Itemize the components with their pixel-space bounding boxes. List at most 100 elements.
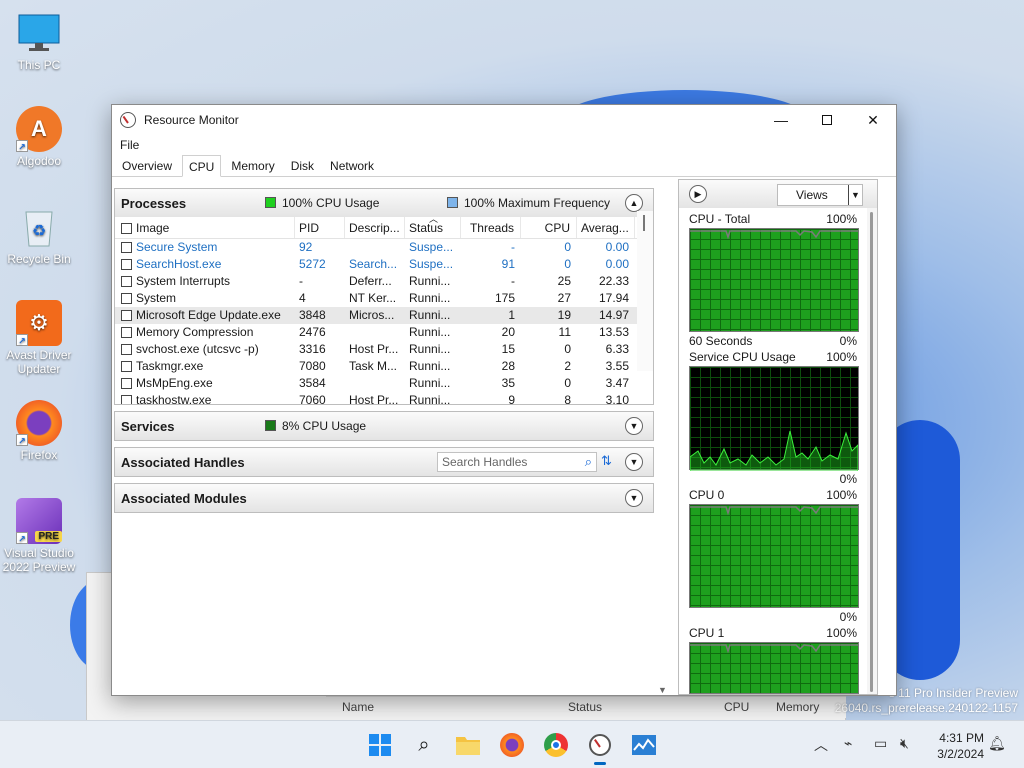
refresh-icon[interactable]: ⇅: [601, 453, 612, 469]
row-checkbox[interactable]: [121, 242, 132, 253]
maximize-icon: [822, 115, 832, 125]
search-icon[interactable]: ⌕: [585, 454, 592, 470]
desktop-icon-visual-studio[interactable]: PRE ↗ Visual Studio 2022 Preview: [0, 498, 78, 574]
firefox-icon: ↗: [16, 400, 62, 446]
cell-avg: 3.47: [605, 376, 629, 390]
search-handles-input[interactable]: Search Handles ⌕: [437, 452, 597, 472]
graph-0: [689, 228, 859, 332]
cell-avg: 13.53: [598, 325, 629, 339]
column-average-cpu[interactable]: Averag...: [577, 217, 635, 238]
table-row[interactable]: Taskmgr.exe 7080 Task M... Runni... 28 2 3.55: [115, 358, 653, 375]
row-checkbox[interactable]: [121, 259, 132, 270]
chrome-logo: [544, 733, 568, 757]
scrollbar-thumb[interactable]: [643, 215, 645, 231]
firefox-icon[interactable]: [498, 731, 526, 759]
cell-avg: 6.33: [605, 342, 629, 356]
views-dropdown[interactable]: Views ▼: [777, 184, 863, 206]
resource-monitor-window[interactable]: Resource Monitor — ✕ File Overview CPU M…: [111, 104, 897, 696]
handles-header[interactable]: Associated Handles Search Handles ⌕ ⇅ ▼: [115, 448, 653, 476]
modules-header[interactable]: Associated Modules ▼: [115, 484, 653, 512]
expand-right-chevron-icon[interactable]: ▶: [689, 185, 707, 203]
scroll-down-arrow-icon[interactable]: ▼: [658, 685, 667, 695]
tab-cpu[interactable]: CPU: [182, 155, 222, 177]
graph-title: Service CPU Usage: [689, 350, 796, 364]
column-image[interactable]: Image: [136, 221, 169, 235]
column-cpu[interactable]: CPU: [521, 217, 577, 238]
row-checkbox[interactable]: [121, 276, 132, 287]
tab-network[interactable]: Network: [324, 155, 380, 176]
graph-scrollbar[interactable]: [867, 208, 877, 694]
resource-monitor-taskbar-icon[interactable]: [586, 731, 614, 765]
left-pane-scrollbar[interactable]: ▼: [656, 179, 670, 695]
task-manager-icon[interactable]: [630, 731, 658, 759]
desktop-icon-recycle-bin[interactable]: ♻ Recycle Bin: [0, 204, 78, 266]
show-hidden-icons-chevron-icon[interactable]: ︿: [814, 735, 828, 755]
table-row[interactable]: Memory Compression 2476 Runni... 20 11 13.53: [115, 324, 653, 341]
clock[interactable]: 4:31 PM 3/2/2024: [928, 730, 984, 762]
graph-max-label: 100%: [826, 350, 857, 364]
table-row[interactable]: taskhostw.exe 7060 Host Pr... Runni... 9 8 3.1…: [115, 392, 653, 405]
cell-desc: Host Pr...: [349, 342, 399, 356]
tab-disk[interactable]: Disk: [285, 155, 320, 176]
cell-desc: Search...: [349, 257, 398, 271]
process-scrollbar[interactable]: [637, 211, 653, 371]
minimize-button[interactable]: —: [758, 105, 804, 135]
column-status[interactable]: Status: [568, 700, 602, 714]
file-explorer-icon[interactable]: [454, 731, 482, 759]
desktop-icon-firefox[interactable]: ↗ Firefox: [0, 400, 78, 462]
column-description[interactable]: Descrip...: [345, 217, 405, 238]
column-cpu[interactable]: CPU: [724, 700, 749, 714]
cell-threads: 9: [508, 393, 515, 405]
desktop-icon-avast[interactable]: ⚙ ↗ Avast Driver Updater: [0, 300, 78, 376]
expand-chevron-icon[interactable]: ▼: [625, 453, 643, 471]
table-row[interactable]: SearchHost.exe 5272 Search... Suspe... 91 0 0.…: [115, 256, 653, 273]
table-row[interactable]: svchost.exe (utcsvc -p) 3316 Host Pr... Run…: [115, 341, 653, 358]
expand-chevron-icon[interactable]: ▼: [625, 489, 643, 507]
display-icon[interactable]: ▭: [874, 735, 887, 752]
menu-file[interactable]: File: [120, 138, 139, 152]
desktop-icon-this-pc[interactable]: This PC: [0, 10, 78, 72]
row-checkbox[interactable]: [121, 293, 132, 304]
max-frequency-text: 100% Maximum Frequency: [464, 196, 611, 210]
shortcut-arrow-icon: ↗: [16, 140, 28, 152]
row-checkbox[interactable]: [121, 395, 132, 404]
row-checkbox[interactable]: [121, 344, 132, 355]
tab-overview[interactable]: Overview: [116, 155, 178, 176]
table-row[interactable]: Secure System 92 Suspe... - 0 0.00: [115, 239, 653, 256]
row-checkbox[interactable]: [121, 361, 132, 372]
views-label: Views: [796, 188, 828, 202]
cell-pid: -: [299, 274, 303, 288]
row-checkbox[interactable]: [121, 378, 132, 389]
select-all-checkbox[interactable]: [121, 223, 132, 234]
column-threads[interactable]: Threads: [461, 217, 521, 238]
tab-memory[interactable]: Memory: [225, 155, 280, 176]
volume-muted-icon[interactable]: 🔇︎: [900, 735, 909, 752]
table-row[interactable]: MsMpEng.exe 3584 Runni... 35 0 3.47: [115, 375, 653, 392]
dropdown-arrow-icon[interactable]: ▼: [848, 185, 862, 205]
table-row[interactable]: System Interrupts - Deferr... Runni... - 25 22…: [115, 273, 653, 290]
chrome-icon[interactable]: [542, 731, 570, 759]
table-row[interactable]: Microsoft Edge Update.exe 3848 Micros... Ru…: [115, 307, 653, 324]
desktop-icon-label: Avast Driver Updater: [6, 348, 72, 376]
desktop-icon-algodoo[interactable]: A ↗ Algodoo: [0, 106, 78, 168]
column-name[interactable]: Name: [342, 700, 374, 714]
collapse-chevron-icon[interactable]: ▲: [625, 194, 643, 212]
notification-bell-icon[interactable]: 🔔︎: [988, 735, 1006, 752]
maximize-button[interactable]: [804, 105, 850, 135]
column-memory[interactable]: Memory: [776, 700, 819, 714]
processes-header[interactable]: Processes 100% CPU Usage 100% Maximum Fr…: [115, 189, 653, 217]
close-button[interactable]: ✕: [850, 105, 896, 135]
expand-chevron-icon[interactable]: ▼: [625, 417, 643, 435]
title-bar[interactable]: Resource Monitor — ✕: [112, 105, 896, 135]
start-icon[interactable]: [366, 731, 394, 759]
services-header[interactable]: Services 8% CPU Usage ▼: [115, 412, 653, 440]
cell-pid: 7060: [299, 393, 326, 405]
table-row[interactable]: System 4 NT Ker... Runni... 175 27 17.94: [115, 290, 653, 307]
search-icon[interactable]: ⌕: [410, 731, 438, 759]
column-pid[interactable]: PID: [295, 217, 345, 238]
row-checkbox[interactable]: [121, 327, 132, 338]
graph-pane: ▶ Views ▼ CPU - Total 100% 60 Seconds 0% Ser…: [678, 179, 878, 695]
row-checkbox[interactable]: [121, 310, 132, 321]
network-icon[interactable]: ⌁: [844, 735, 852, 752]
cell-cpu: 11: [558, 325, 571, 339]
